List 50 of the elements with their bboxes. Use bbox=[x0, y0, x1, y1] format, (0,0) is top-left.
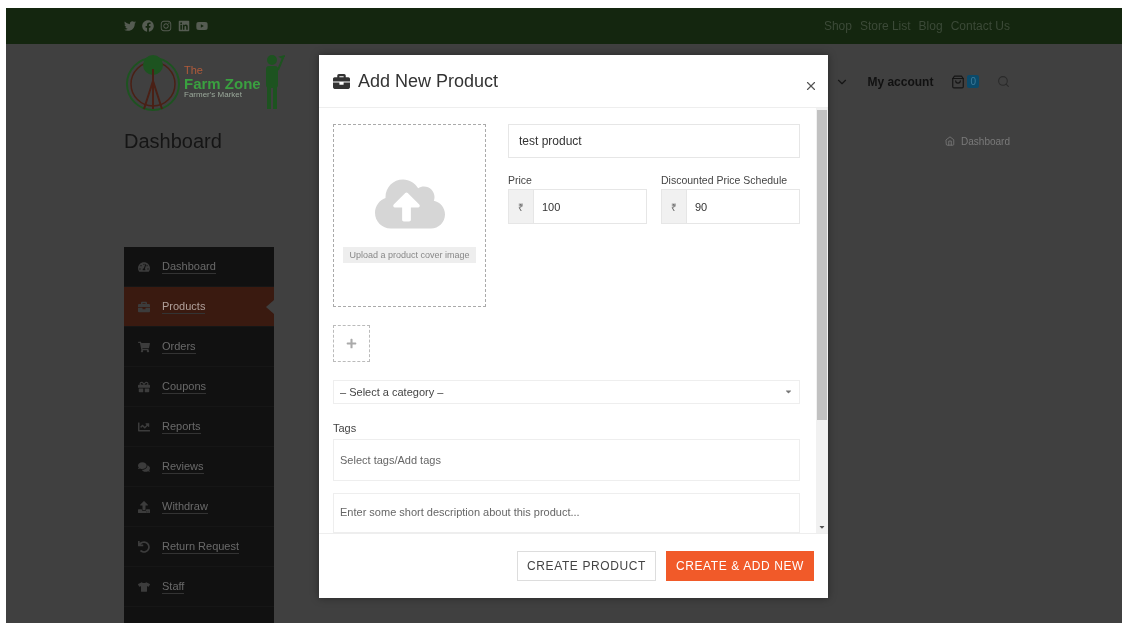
youtube-icon[interactable] bbox=[196, 20, 208, 32]
field-label: Discounted Price Schedule bbox=[661, 174, 789, 186]
currency-symbol: ₹ bbox=[661, 189, 686, 224]
modal-title: Add New Product bbox=[358, 70, 500, 92]
sidebar-item[interactable]: Return Request bbox=[124, 527, 274, 567]
currency-symbol: ₹ bbox=[508, 189, 533, 224]
logo-text: The bbox=[184, 64, 204, 76]
active-pointer-notch bbox=[266, 300, 274, 314]
logo-tagline: Farmer's Market bbox=[184, 90, 243, 99]
linkedin-icon[interactable] bbox=[178, 20, 190, 32]
tags-field[interactable]: Select tags/Add tags bbox=[333, 439, 800, 481]
create-product-button[interactable]: CREATE PRODUCT bbox=[517, 551, 656, 581]
sidebar-item[interactable]: Orders bbox=[124, 327, 274, 367]
instagram-icon[interactable] bbox=[160, 20, 172, 32]
cart-icon bbox=[138, 340, 150, 353]
price-field[interactable]: 90 bbox=[686, 189, 800, 224]
twitter-icon[interactable] bbox=[124, 20, 136, 32]
sidebar-item[interactable]: Products bbox=[124, 287, 274, 327]
undo-icon bbox=[138, 540, 150, 553]
facebook-icon[interactable] bbox=[142, 20, 154, 32]
briefcase-icon bbox=[333, 72, 350, 90]
home-icon[interactable] bbox=[945, 136, 956, 146]
scroll-down-arrow-icon[interactable] bbox=[818, 523, 826, 531]
image-upload-area[interactable]: Upload a product cover image bbox=[333, 124, 486, 307]
gauge-icon bbox=[138, 260, 150, 273]
logo-text: Farm Zone bbox=[184, 75, 261, 91]
chart-icon bbox=[138, 420, 150, 433]
sidebar-item[interactable]: Withdraw bbox=[124, 487, 274, 527]
bag-icon[interactable] bbox=[951, 74, 966, 89]
briefcase-icon bbox=[138, 300, 150, 313]
description-field[interactable]: Enter some short description about this product... bbox=[333, 493, 800, 533]
sidebar-item[interactable]: Reviews bbox=[124, 447, 274, 487]
sidebar-item[interactable]: Staff bbox=[124, 567, 274, 607]
close-button[interactable] bbox=[804, 79, 818, 93]
scrollbar[interactable] bbox=[816, 108, 828, 533]
shirt-icon bbox=[138, 580, 150, 593]
sidebar-item[interactable]: Coupons bbox=[124, 367, 274, 407]
create-and-add-new-button[interactable]: CREATE & ADD NEW bbox=[665, 551, 814, 581]
upload-label: Upload a product cover image bbox=[343, 246, 476, 263]
price-field[interactable]: 100 bbox=[533, 189, 647, 224]
plus-icon bbox=[346, 337, 357, 349]
category-select[interactable]: – Select a category – bbox=[333, 379, 800, 405]
sidebar-item[interactable]: Reports bbox=[124, 407, 274, 447]
upload-icon bbox=[138, 500, 150, 513]
add-gallery-image-button[interactable] bbox=[333, 325, 370, 362]
tags-label: Tags bbox=[333, 422, 358, 435]
field-label: Price bbox=[508, 174, 533, 186]
gift-icon bbox=[138, 380, 150, 393]
product-name-field[interactable]: test product bbox=[508, 124, 800, 158]
chat-icon bbox=[138, 460, 150, 473]
